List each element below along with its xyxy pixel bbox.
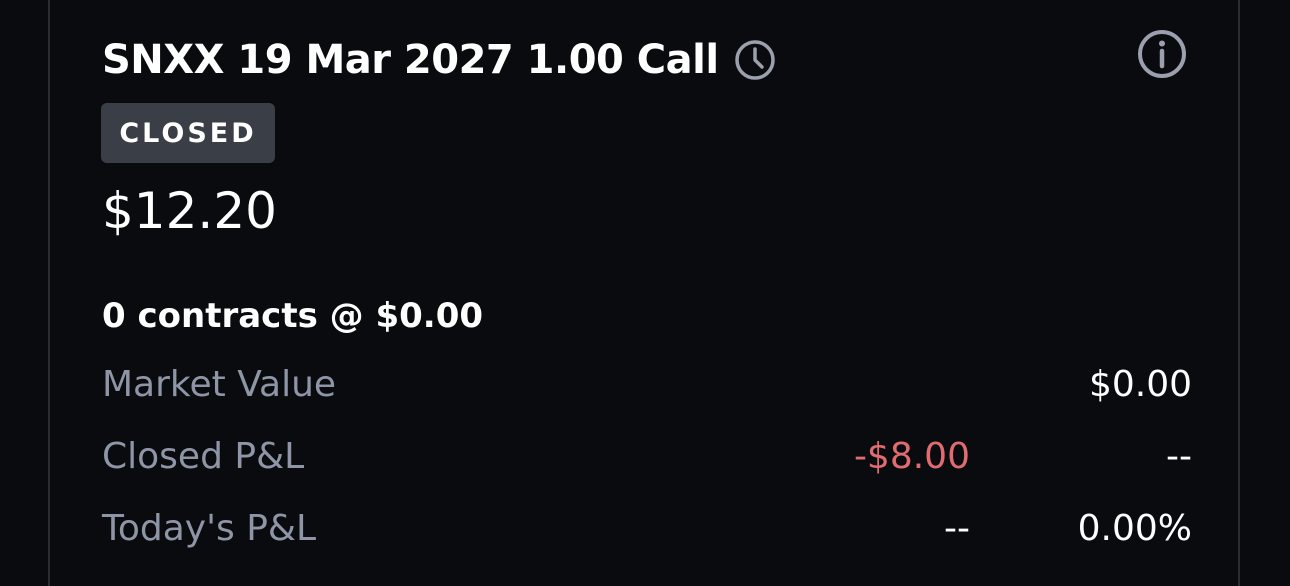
todays-pnl-amount: -- [944, 508, 970, 549]
closed-pnl-label: Closed P&L [102, 436, 305, 477]
status-badge: CLOSED [101, 103, 275, 163]
closed-pnl-amount: -$8.00 [853, 436, 970, 477]
title-row: SNXX 19 Mar 2027 1.00 Call [102, 32, 777, 88]
todays-pnl-percent: 0.00% [1077, 508, 1192, 549]
info-icon[interactable] [1136, 28, 1188, 80]
option-title: SNXX 19 Mar 2027 1.00 Call [102, 37, 719, 83]
closed-pnl-percent: -- [1166, 436, 1192, 477]
closed-pnl-row: Closed P&L -$8.00 -- [102, 436, 1192, 484]
todays-pnl-label: Today's P&L [102, 508, 317, 549]
market-value-row: Market Value $0.00 [102, 364, 1192, 412]
todays-pnl-row: Today's P&L -- 0.00% [102, 508, 1192, 556]
current-price: $12.20 [102, 182, 277, 240]
market-value-amount: $0.00 [1088, 364, 1192, 405]
clock-icon[interactable] [733, 38, 777, 82]
contracts-summary: 0 contracts @ $0.00 [102, 296, 484, 336]
position-card: SNXX 19 Mar 2027 1.00 Call CLOSED $12.20… [48, 0, 1240, 586]
market-value-label: Market Value [102, 364, 337, 405]
